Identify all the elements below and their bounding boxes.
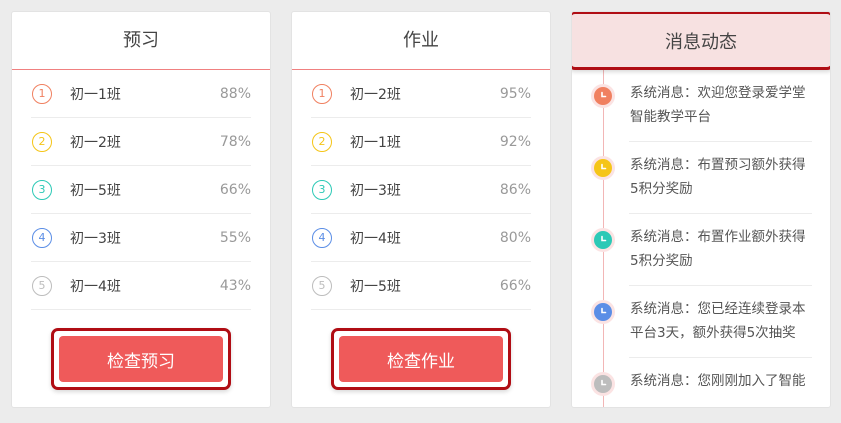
news-line: 系统消息：布置作业额外获得 (630, 229, 806, 245)
completion-rate: 86% (499, 181, 531, 198)
clock-icon (594, 303, 612, 321)
completion-rate: 66% (219, 181, 251, 198)
news-line: 系统消息：欢迎您登录爱学堂 (630, 85, 806, 101)
list-item[interactable]: 4 初一4班 80% (311, 214, 531, 262)
news-line: 系统消息：您刚刚加入了智能 (630, 373, 806, 389)
rank-badge: 3 (32, 179, 52, 200)
rank-badge: 1 (32, 83, 52, 104)
completion-rate: 43% (219, 277, 251, 294)
check-preview-button[interactable]: 检查预习 (59, 336, 223, 382)
class-name: 初一4班 (350, 230, 401, 247)
list-item[interactable]: 5 初一4班 43% (31, 262, 251, 310)
homework-rank-list: 1 初一2班 95% 2 初一1班 92% 3 初一3班 86% 4 初一4班 … (311, 70, 531, 310)
list-item[interactable]: 5 初一5班 66% (311, 262, 531, 310)
rank-badge: 1 (312, 83, 332, 104)
news-text: 系统消息：布置预习额外获得 5积分奖励 (630, 153, 816, 201)
clock-icon (594, 231, 612, 249)
news-item[interactable]: 系统消息：您刚刚加入了智能 (572, 358, 830, 407)
homework-title: 作业 (292, 12, 550, 70)
clock-icon (594, 159, 612, 177)
preview-title: 预习 (12, 12, 270, 70)
rank-badge: 5 (32, 275, 52, 296)
rank-badge: 5 (312, 275, 332, 296)
list-item[interactable]: 3 初一5班 66% (31, 166, 251, 214)
clock-icon (594, 375, 612, 393)
news-title[interactable]: 消息动态 (572, 12, 830, 70)
class-name: 初一3班 (350, 182, 401, 199)
news-line: 智能教学平台 (630, 109, 711, 125)
rank-badge: 4 (32, 227, 52, 248)
preview-card: 预习 1 初一1班 88% 2 初一2班 78% 3 初一5班 66% 4 初一… (11, 11, 271, 408)
completion-rate: 55% (219, 229, 251, 246)
completion-rate: 88% (219, 85, 251, 102)
list-item[interactable]: 2 初一2班 78% (31, 118, 251, 166)
class-name: 初一1班 (350, 134, 401, 151)
news-list: 系统消息：欢迎您登录爱学堂 智能教学平台 系统消息：布置预习额外获得 5积分奖励… (572, 70, 830, 407)
class-name: 初一1班 (70, 86, 121, 103)
news-text: 系统消息：您刚刚加入了智能 (630, 369, 816, 393)
check-preview-button-frame: 检查预习 (51, 328, 231, 390)
list-item[interactable]: 2 初一1班 92% (311, 118, 531, 166)
completion-rate: 95% (499, 85, 531, 102)
news-line: 系统消息：布置预习额外获得 (630, 157, 806, 173)
completion-rate: 78% (219, 133, 251, 150)
rank-badge: 2 (32, 131, 52, 152)
homework-card: 作业 1 初一2班 95% 2 初一1班 92% 3 初一3班 86% 4 初一… (291, 11, 551, 408)
rank-badge: 4 (312, 227, 332, 248)
list-item[interactable]: 4 初一3班 55% (31, 214, 251, 262)
check-homework-button-frame: 检查作业 (331, 328, 511, 390)
class-name: 初一3班 (70, 230, 121, 247)
class-name: 初一2班 (350, 86, 401, 103)
completion-rate: 92% (499, 133, 531, 150)
list-item[interactable]: 3 初一3班 86% (311, 166, 531, 214)
class-name: 初一2班 (70, 134, 121, 151)
news-card: 系统消息：欢迎您登录爱学堂 智能教学平台 系统消息：布置预习额外获得 5积分奖励… (571, 11, 831, 408)
class-name: 初一5班 (350, 278, 401, 295)
preview-rank-list: 1 初一1班 88% 2 初一2班 78% 3 初一5班 66% 4 初一3班 … (31, 70, 251, 310)
class-name: 初一5班 (70, 182, 121, 199)
news-item[interactable]: 系统消息：布置作业额外获得 5积分奖励 (572, 214, 830, 286)
rank-badge: 2 (312, 131, 332, 152)
news-line: 5积分奖励 (630, 253, 693, 269)
news-item[interactable]: 系统消息：布置预习额外获得 5积分奖励 (572, 142, 830, 214)
news-text: 系统消息：欢迎您登录爱学堂 智能教学平台 (630, 81, 816, 129)
list-item[interactable]: 1 初一1班 88% (31, 70, 251, 118)
rank-badge: 3 (312, 179, 332, 200)
clock-icon (594, 87, 612, 105)
completion-rate: 80% (499, 229, 531, 246)
news-item[interactable]: 系统消息：您已经连续登录本 平台3天，额外获得5次抽奖 (572, 286, 830, 358)
class-name: 初一4班 (70, 278, 121, 295)
news-line: 系统消息：您已经连续登录本 (630, 301, 806, 317)
news-text: 系统消息：布置作业额外获得 5积分奖励 (630, 225, 816, 273)
check-homework-button[interactable]: 检查作业 (339, 336, 503, 382)
completion-rate: 66% (499, 277, 531, 294)
news-line: 平台3天，额外获得5次抽奖 (630, 325, 796, 341)
news-text: 系统消息：您已经连续登录本 平台3天，额外获得5次抽奖 (630, 297, 816, 345)
news-line: 5积分奖励 (630, 181, 693, 197)
news-item[interactable]: 系统消息：欢迎您登录爱学堂 智能教学平台 (572, 70, 830, 142)
list-item[interactable]: 1 初一2班 95% (311, 70, 531, 118)
